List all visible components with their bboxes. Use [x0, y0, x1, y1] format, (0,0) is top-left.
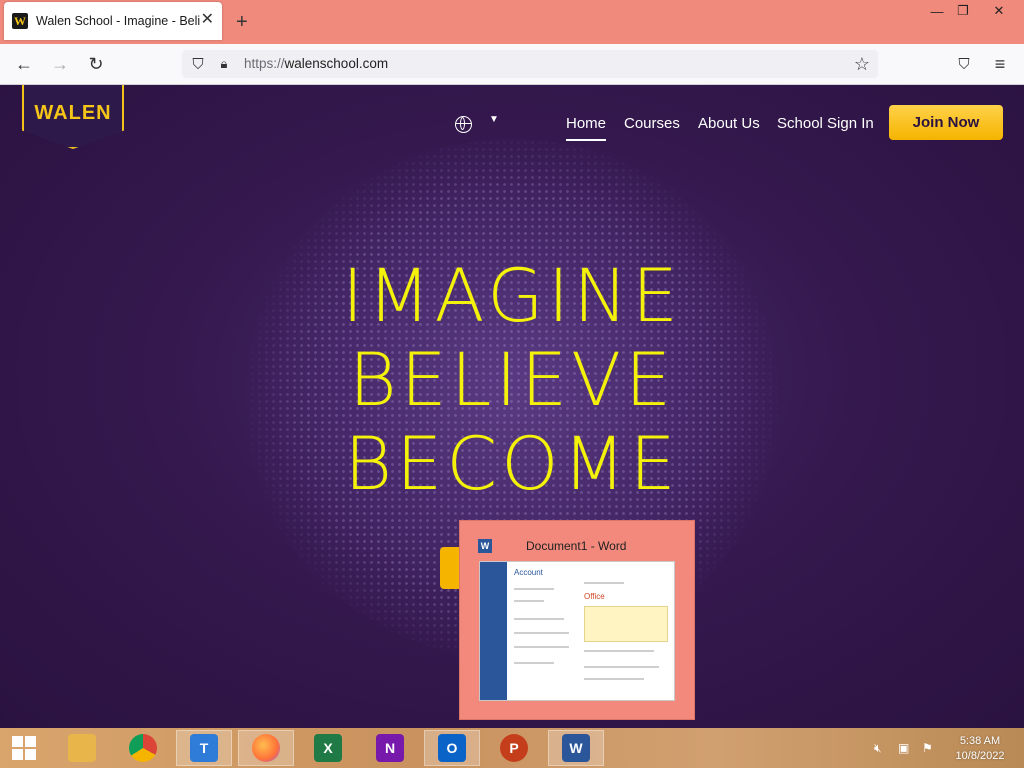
lock-icon[interactable]: 🔒︎: [212, 52, 236, 76]
browser-toolbar: ← → ↻ ⛉ 🔒︎ https://walenschool.com ☆ ⛉ ≡: [0, 44, 1024, 85]
bookmark-star-icon[interactable]: ☆: [850, 52, 874, 76]
back-icon[interactable]: ←: [12, 52, 36, 76]
forward-icon[interactable]: →: [48, 52, 72, 76]
thumbnail-account-heading: Account: [514, 568, 543, 577]
firefox-icon: [252, 734, 280, 762]
restore-icon[interactable]: ❐: [946, 0, 980, 22]
walen-favicon-icon: W: [12, 13, 28, 29]
thumbnail-notice-box: [584, 606, 668, 642]
excel-icon: X: [314, 734, 342, 762]
walen-logo[interactable]: WALEN: [22, 85, 124, 149]
chrome-icon: [129, 734, 157, 762]
teams-icon: T: [190, 734, 218, 762]
taskbar-word[interactable]: W: [548, 730, 604, 766]
taskbar-onenote[interactable]: N: [362, 730, 418, 766]
window-close-icon[interactable]: ✕: [982, 0, 1016, 22]
hero-line-imagine: IMAGINE: [342, 254, 682, 339]
hero-line-become: BECOME: [344, 422, 680, 507]
taskbar-powerpoint[interactable]: P: [486, 730, 542, 766]
reload-icon[interactable]: ↻: [84, 52, 108, 76]
preview-thumbnail[interactable]: Account Office: [479, 561, 675, 701]
tab-close-icon[interactable]: ✕: [201, 12, 214, 28]
nav-school-sign-in[interactable]: School Sign In: [777, 115, 874, 132]
notification-flag-icon[interactable]: ⚑: [922, 741, 936, 755]
thumbnail-sidebar: [480, 562, 507, 700]
language-dropdown-icon[interactable]: ▼: [489, 114, 499, 125]
word-taskbar-preview[interactable]: W Document1 - Word Account Office: [459, 520, 695, 720]
start-button[interactable]: [0, 730, 48, 766]
clock-time: 5:38 AM: [959, 735, 1001, 747]
powerpoint-icon: P: [500, 734, 528, 762]
taskbar: T X N O P W 🔇︎ ▣ ⚑ 5:38 AM 10/8/2022: [0, 728, 1024, 768]
network-icon[interactable]: ▣: [898, 741, 912, 755]
preview-title: Document1 - Word: [526, 539, 627, 553]
url-text[interactable]: https://walenschool.com: [244, 56, 388, 71]
outlook-icon: O: [438, 734, 466, 762]
browser-tab[interactable]: W Walen School - Imagine - Believ ✕: [4, 2, 222, 40]
taskbar-teams[interactable]: T: [176, 730, 232, 766]
taskbar-outlook[interactable]: O: [424, 730, 480, 766]
thumbnail-office-label: Office: [584, 592, 605, 601]
taskbar-excel[interactable]: X: [300, 730, 356, 766]
volume-muted-icon[interactable]: 🔇︎: [874, 741, 888, 755]
address-bar[interactable]: ⛉ 🔒︎ https://walenschool.com ☆: [182, 50, 878, 78]
word-icon: W: [478, 539, 492, 553]
taskbar-chrome[interactable]: [115, 730, 171, 766]
system-clock[interactable]: 5:38 AM 10/8/2022: [944, 734, 1016, 764]
nav-about-us[interactable]: About Us: [698, 115, 760, 132]
taskbar-file-explorer[interactable]: [54, 730, 110, 766]
language-globe-icon[interactable]: [455, 116, 472, 133]
nav-home[interactable]: Home: [566, 115, 607, 141]
file-explorer-icon: [68, 734, 96, 762]
hero-line-believe: BELIEVE: [348, 338, 676, 423]
word-icon: W: [562, 734, 590, 762]
nav-courses[interactable]: Courses: [624, 115, 680, 132]
tab-bar: W Walen School - Imagine - Believ ✕ + — …: [0, 0, 1024, 44]
onenote-icon: N: [376, 734, 404, 762]
join-now-button[interactable]: Join Now: [889, 105, 1003, 140]
new-tab-icon[interactable]: +: [236, 12, 248, 32]
tab-title: Walen School - Imagine - Believ: [36, 14, 200, 28]
pocket-icon[interactable]: ⛉: [952, 52, 976, 76]
taskbar-firefox[interactable]: [238, 730, 294, 766]
windows-icon: [12, 736, 36, 760]
menu-icon[interactable]: ≡: [988, 52, 1012, 76]
clock-date: 10/8/2022: [955, 750, 1005, 762]
hero-headline: IMAGINE BELIEVE BECOME: [300, 255, 724, 507]
tracking-shield-icon[interactable]: ⛉: [186, 52, 210, 76]
